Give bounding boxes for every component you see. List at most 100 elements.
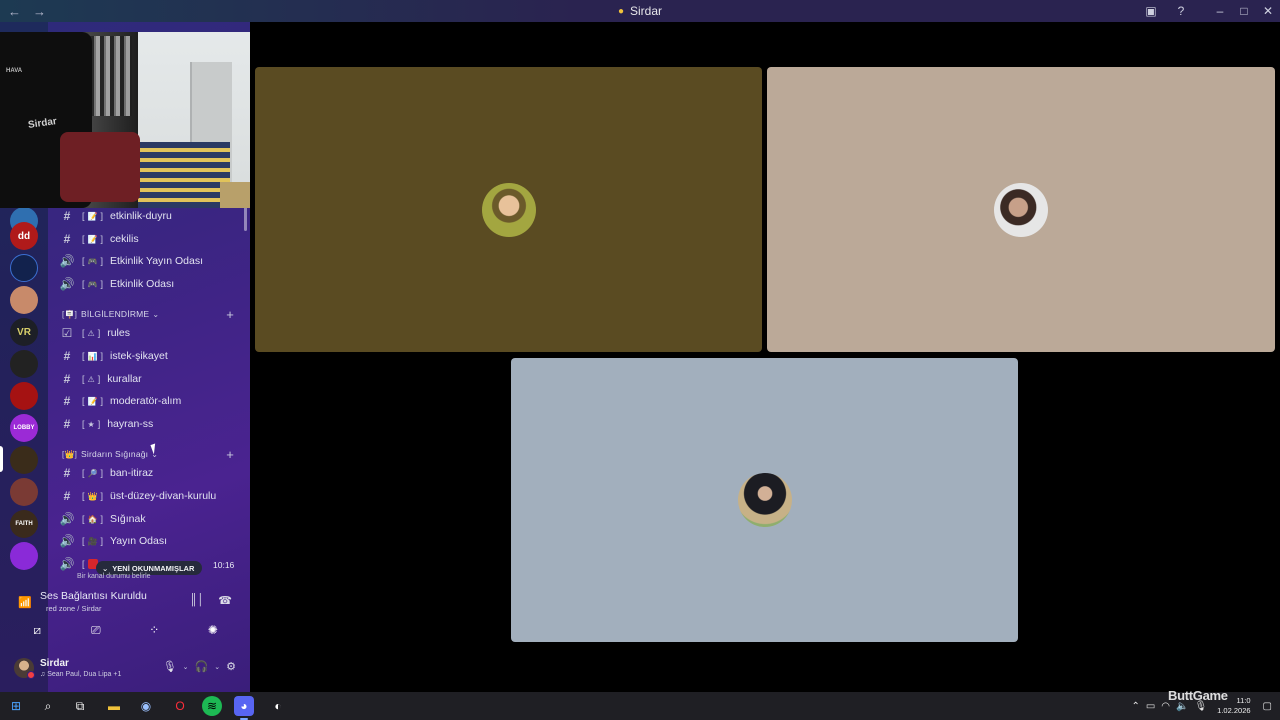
channel-item[interactable]: 🔊 [🎮] Etkinlik Odası <box>56 274 244 294</box>
voice-panel-icons: ║│ ☎ <box>190 594 232 607</box>
channel-item[interactable]: # [📝] moderatör-alım <box>56 391 244 411</box>
channel-tag: [📝] <box>82 234 103 244</box>
participant-tile[interactable] <box>767 67 1275 352</box>
forward-arrow-icon[interactable]: → <box>33 4 46 19</box>
create-channel-plus-icon[interactable]: + <box>226 447 234 462</box>
channel-name: kurallar <box>107 373 142 385</box>
signal-icon[interactable]: 📶 <box>18 596 32 609</box>
channel-item[interactable]: ☑ [⚠] rules <box>56 323 244 343</box>
channel-item[interactable]: # [📝] etkinlik-duyru <box>56 206 244 226</box>
task-view-icon[interactable]: ⧉ <box>70 696 90 716</box>
webcam-overlay: Sirdar HAVA <box>0 32 270 208</box>
server-icon[interactable] <box>10 542 38 570</box>
voice-location[interactable]: red zone / Sirdar <box>46 604 101 613</box>
server-icon[interactable] <box>10 382 38 410</box>
server-icon[interactable]: dd <box>10 222 38 250</box>
create-channel-plus-icon[interactable]: + <box>226 307 234 322</box>
headphones-icon[interactable]: 🎧 <box>195 660 209 673</box>
chevron-up-icon[interactable]: ⌃ <box>1131 701 1139 712</box>
participant-tile[interactable] <box>255 67 762 352</box>
channel-name: üst-düzey-divan-kurulu <box>110 490 217 502</box>
chevron-down-icon[interactable]: ⌄ <box>183 663 189 671</box>
rules-channel-icon: ☑ <box>61 326 73 340</box>
channel-emoji: ★ <box>87 419 95 429</box>
channel-name: Yayın Odası <box>110 535 168 547</box>
screen-share-icon[interactable]: ⎚ <box>76 620 116 640</box>
close-button[interactable]: ✕ <box>1256 0 1280 22</box>
chevron-down-icon[interactable]: ⌄ <box>214 663 220 671</box>
noise-suppression-icon[interactable]: ║│ <box>190 594 205 607</box>
channel-emoji: 📝 <box>87 234 98 244</box>
nav-buttons: ← → <box>8 0 46 22</box>
channel-name: ban-itiraz <box>110 467 154 479</box>
help-icon[interactable]: ? <box>1166 0 1196 22</box>
chair-small-logo: HAVA <box>6 68 23 74</box>
participant-avatar[interactable] <box>994 183 1048 237</box>
channel-scrollbar[interactable] <box>244 205 247 231</box>
channel-item[interactable]: 🔊 [🏠] Sığınak <box>56 509 244 529</box>
server-icon[interactable]: VR <box>10 318 38 346</box>
discord-icon[interactable]: ◕ <box>234 696 254 720</box>
server-icon[interactable]: LOBBY <box>10 414 38 442</box>
chevron-down-icon: ⌄ <box>152 309 160 319</box>
network-icon[interactable]: ▭ <box>1146 701 1155 712</box>
file-explorer-icon[interactable]: ▬ <box>104 696 124 716</box>
participant-avatar[interactable] <box>738 473 792 527</box>
activities-icon[interactable]: ⁘ <box>134 620 174 640</box>
camera-off-icon[interactable]: ⧄ <box>17 620 57 640</box>
channel-tag: [👑] <box>82 491 103 501</box>
windows-start-icon[interactable]: ⊞ <box>6 696 26 716</box>
microphone-icon[interactable]: 🎙 <box>163 660 177 673</box>
channel-item[interactable]: # [🔎] ban-itiraz <box>56 463 244 483</box>
user-activity-text: Sean Paul, Dua Lipa +1 <box>47 671 122 678</box>
username[interactable]: Sirdar <box>40 658 69 669</box>
disconnect-icon[interactable]: ☎ <box>218 594 232 607</box>
channel-item[interactable]: # [⚠] kurallar <box>56 369 244 389</box>
channel-item[interactable]: # [👑] üst-düzey-divan-kurulu <box>56 486 244 506</box>
channel-category[interactable]: [🪧] BİLGİLENDİRME ⌄ + <box>62 306 242 322</box>
channel-emoji: 📊 <box>87 351 98 361</box>
channel-status-hint[interactable]: Bir kanal durumu belirle <box>77 573 151 580</box>
spotify-icon[interactable]: ≋ <box>202 696 222 716</box>
text-channel-icon: # <box>63 349 71 363</box>
window-title-area: ● Sirdar <box>0 0 1280 22</box>
category-emoji: 👑 <box>64 449 75 459</box>
channel-item[interactable]: # [📝] cekilis <box>56 229 244 249</box>
settings-gear-icon[interactable]: ⚙ <box>226 660 236 673</box>
server-icon[interactable] <box>10 350 38 378</box>
channel-name: Sığınak <box>110 513 146 525</box>
server-icon-active[interactable] <box>10 446 38 474</box>
voice-status[interactable]: Ses Bağlantısı Kuruldu <box>40 590 147 602</box>
user-activity: ♫ Sean Paul, Dua Lipa +1 <box>40 671 122 678</box>
window-title: Sirdar <box>630 4 663 18</box>
steam-icon[interactable]: ◉ <box>136 696 156 716</box>
channel-item[interactable]: 🔊 [🎮] Etkinlik Yayın Odası <box>56 251 244 271</box>
category-name: BİLGİLENDİRME <box>81 309 150 319</box>
participant-tile[interactable] <box>511 358 1018 642</box>
server-icon[interactable]: FAITH <box>10 510 38 538</box>
channel-item[interactable]: # [★] hayran-ss <box>56 414 244 434</box>
server-icon[interactable] <box>10 478 38 506</box>
text-channel-icon: # <box>63 489 71 503</box>
channel-name: rules <box>107 327 130 339</box>
participant-avatar[interactable] <box>482 183 536 237</box>
notifications-icon[interactable]: ▢ <box>1263 701 1272 712</box>
voice-channel-icon: 🔊 <box>59 254 75 268</box>
channel-item[interactable]: # [📊] istek-şikayet <box>56 346 244 366</box>
channel-item[interactable]: 🔊 [🎥] Yayın Odası <box>56 531 244 551</box>
opera-icon[interactable]: O <box>170 696 190 716</box>
channel-emoji: 🎮 <box>87 256 98 266</box>
server-icon[interactable] <box>10 286 38 314</box>
soundboard-icon[interactable]: ✺ <box>193 620 233 640</box>
inbox-icon[interactable]: ▣ <box>1136 0 1166 22</box>
server-icon[interactable] <box>10 254 38 282</box>
voice-connection-panel: 📶 Ses Bağlantısı Kuruldu red zone / Sird… <box>8 584 242 644</box>
discord-window: ← → ● Sirdar ▣ ? – □ ✕ dd VR LOBBY FAITH <box>0 0 1280 720</box>
maximize-button[interactable]: □ <box>1232 0 1256 22</box>
minimize-button[interactable]: – <box>1208 0 1232 22</box>
back-arrow-icon[interactable]: ← <box>8 4 21 19</box>
obs-icon[interactable]: ◐ <box>268 696 288 716</box>
voice-timer: 10:16 <box>213 560 235 570</box>
category-emoji: 🪧 <box>64 309 75 319</box>
search-icon[interactable]: ⌕ <box>38 696 58 716</box>
